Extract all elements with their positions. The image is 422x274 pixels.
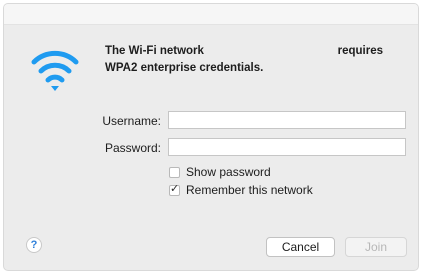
remember-network-box[interactable]: ✓ — [169, 181, 180, 196]
show-password-box[interactable] — [169, 166, 180, 178]
help-icon[interactable]: ? — [26, 237, 42, 253]
username-label: Username: — [102, 114, 161, 128]
wifi-icon — [31, 50, 79, 91]
dialog-titlebar — [4, 4, 418, 25]
show-password-label[interactable]: Show password — [186, 165, 271, 179]
username-field[interactable] — [168, 111, 406, 129]
remember-network-label[interactable]: Remember this network — [186, 183, 313, 197]
password-row: Password: — [4, 138, 418, 158]
username-row: Username: — [4, 111, 418, 131]
password-field[interactable] — [168, 138, 406, 156]
remember-network-checkbox[interactable]: ✓ Remember this network — [169, 182, 313, 198]
message-line2: WPA2 enterprise credentials. — [105, 62, 264, 74]
password-label: Password: — [104, 141, 161, 155]
dialog-message: The Wi-Fi network requires WPA2 enterpri… — [105, 43, 405, 77]
message-line1-left: The Wi-Fi network — [105, 45, 204, 57]
cancel-button[interactable]: Cancel — [266, 237, 335, 257]
message-line1-right: requires — [337, 45, 383, 57]
join-button[interactable]: Join — [345, 237, 407, 257]
show-password-checkbox[interactable]: Show password — [169, 164, 271, 180]
wifi-credentials-dialog: The Wi-Fi network requires WPA2 enterpri… — [4, 4, 418, 270]
checkmark-icon: ✓ — [170, 181, 180, 195]
